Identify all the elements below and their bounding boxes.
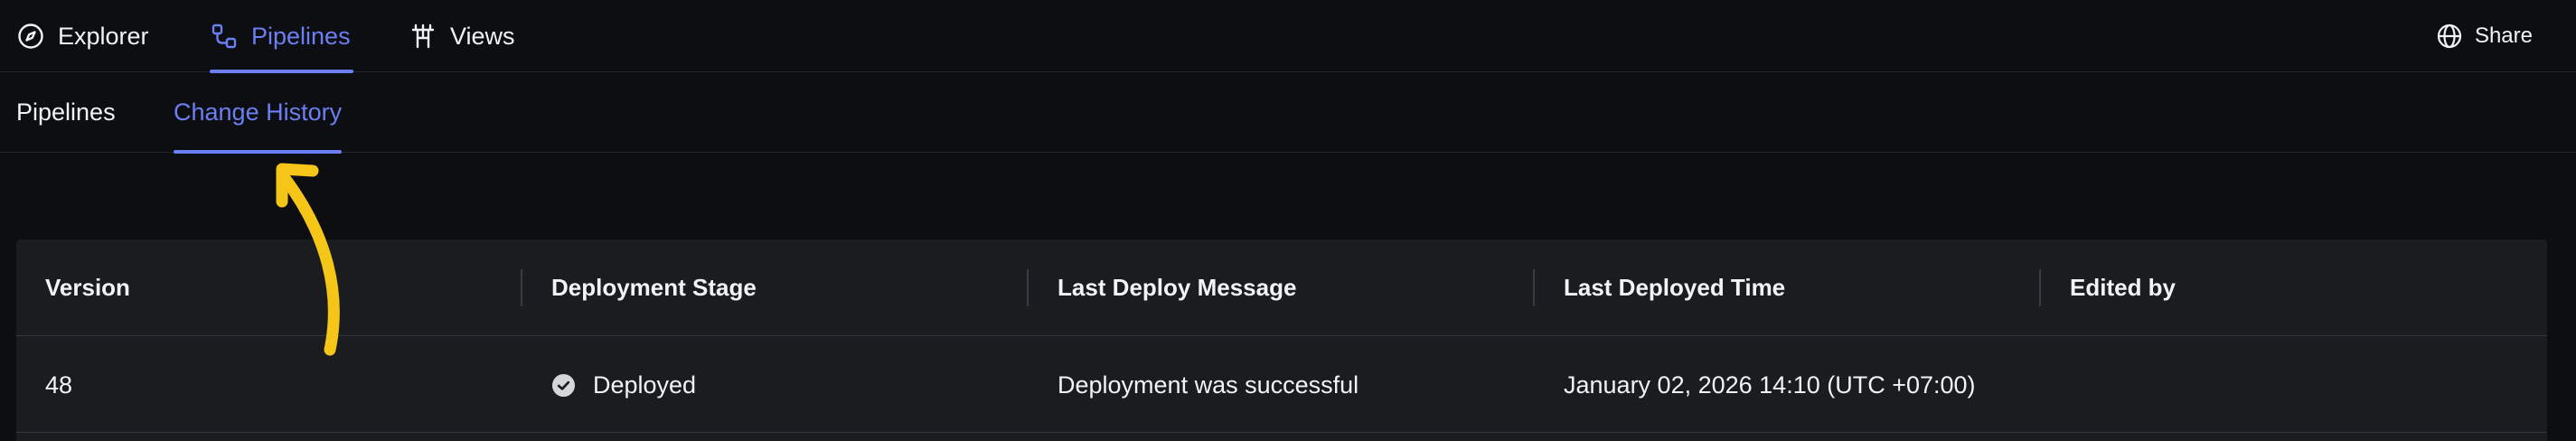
share-label: Share (2474, 23, 2533, 48)
cell-version: 48 (45, 371, 73, 399)
deployment-stage-label: Deployed (593, 371, 697, 399)
nav-tab-views[interactable]: Views (409, 0, 515, 72)
column-header-deployment-stage[interactable]: Deployment Stage (522, 239, 1029, 336)
cell-edited-by (2041, 337, 2547, 433)
change-history-table: Version Deployment Stage Last Deploy Mes… (16, 239, 2547, 441)
cell-last-deployed-time: January 02, 2026 14:10 (UTC +07:00) (1564, 371, 1976, 399)
compass-icon (16, 22, 45, 51)
pipeline-icon (210, 22, 239, 51)
share-button[interactable]: Share (2435, 0, 2533, 72)
table-header: Version Deployment Stage Last Deploy Mes… (16, 239, 2547, 336)
column-header-edited-by[interactable]: Edited by (2041, 239, 2547, 336)
nav-tab-pipelines[interactable]: Pipelines (210, 0, 353, 73)
globe-icon (2435, 22, 2464, 51)
table-row[interactable]: 48 Deployed Deployment was successful Ja… (16, 337, 2547, 433)
column-header-last-deploy-message[interactable]: Last Deploy Message (1029, 239, 1535, 336)
top-nav-bar: Explorer Pipelines Views Share (0, 0, 2576, 73)
column-resize-handle[interactable] (521, 269, 522, 306)
column-resize-handle[interactable] (1027, 269, 1029, 306)
column-header-version[interactable]: Version (16, 239, 522, 336)
tab-change-history[interactable]: Change History (174, 72, 343, 154)
views-icon (409, 22, 437, 51)
check-circle-icon (551, 373, 576, 398)
sub-tab-bar: Pipelines Change History (0, 72, 2576, 154)
nav-tab-label: Pipelines (251, 22, 351, 50)
tab-pipelines[interactable]: Pipelines (16, 72, 116, 153)
nav-tab-label: Explorer (58, 22, 149, 50)
column-resize-handle[interactable] (1533, 269, 1535, 306)
column-resize-handle[interactable] (2039, 269, 2041, 306)
nav-tab-explorer[interactable]: Explorer (16, 0, 149, 72)
cell-last-deploy-message: Deployment was successful (1058, 371, 1359, 399)
cell-deployment-stage: Deployed (522, 337, 1029, 433)
column-header-last-deployed-time[interactable]: Last Deployed Time (1535, 239, 2041, 336)
nav-tab-label: Views (450, 22, 515, 50)
